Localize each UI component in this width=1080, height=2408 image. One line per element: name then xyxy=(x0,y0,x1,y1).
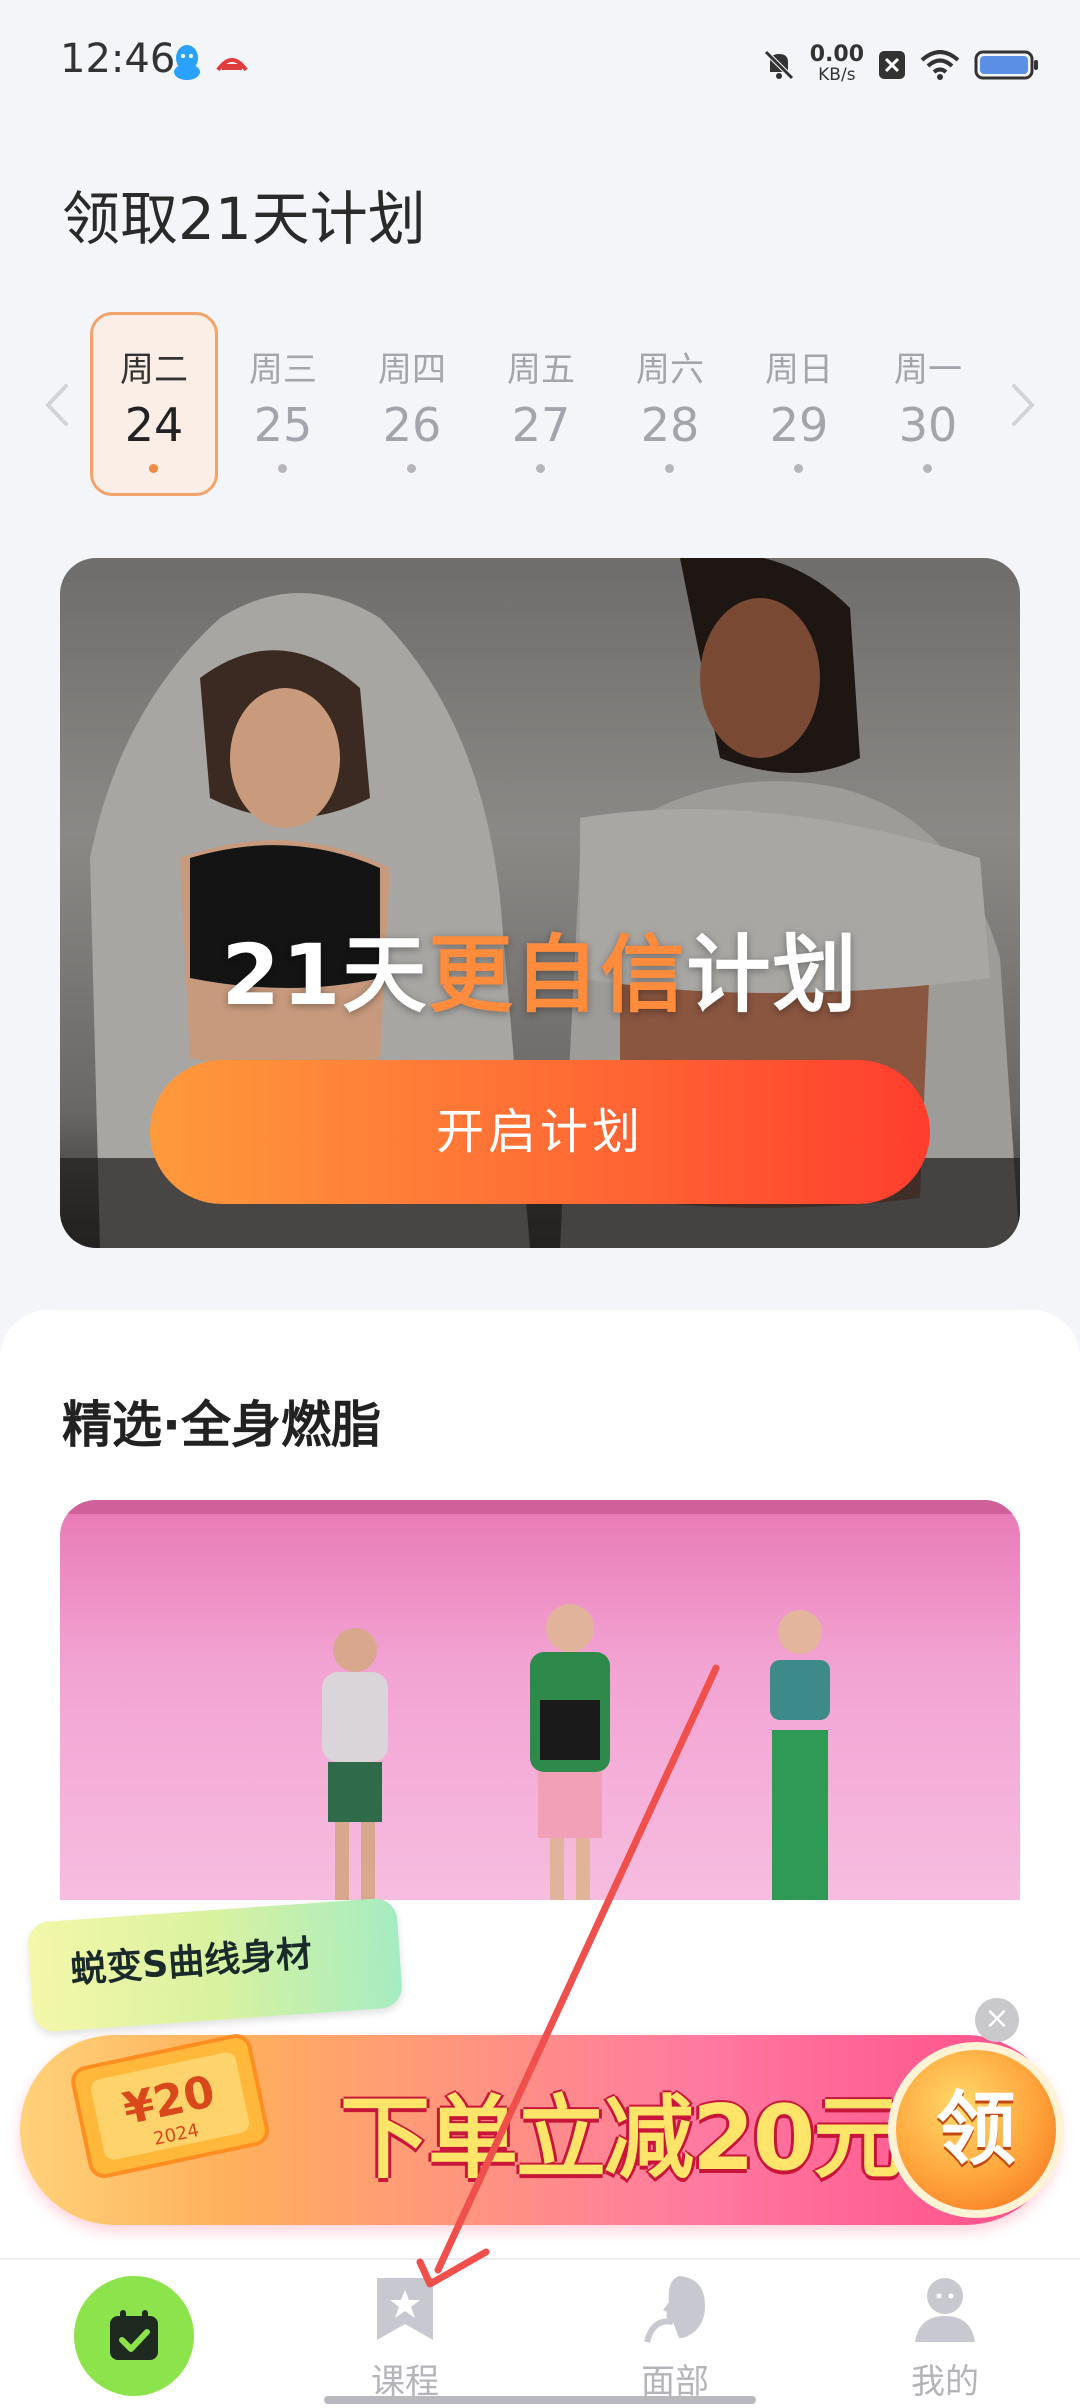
section-title: 精选·全身燃脂 xyxy=(62,1396,381,1454)
day-weekday: 周六 xyxy=(636,350,704,390)
day-dot xyxy=(407,464,416,473)
mute-icon xyxy=(763,50,794,80)
hero-title: 21天更自信计划 xyxy=(60,908,1020,1029)
day-weekday: 周四 xyxy=(378,350,446,390)
nav-profile-label: 我的 xyxy=(911,2362,979,2402)
promo-headline: 下单立减20元 xyxy=(340,2086,903,2191)
hero-title-suffix: 计划 xyxy=(686,926,859,1024)
day-date: 25 xyxy=(253,398,313,452)
status-time: 12:46 xyxy=(60,36,176,82)
day-weekday: 周三 xyxy=(249,350,317,390)
user-icon xyxy=(915,2278,975,2342)
day-date: 24 xyxy=(124,398,184,452)
hero-title-prefix: 21天 xyxy=(221,926,429,1024)
status-bar: 12:46 0.00 KB/s xyxy=(0,0,1080,130)
day-date: 30 xyxy=(898,398,958,452)
close-box-icon xyxy=(879,51,905,79)
wifi-icon xyxy=(920,50,960,80)
home-indicator[interactable] xyxy=(324,2396,756,2404)
nav-profile[interactable]: 我的 xyxy=(845,2258,1045,2408)
day-tue[interactable]: 周二 24 xyxy=(90,312,218,496)
day-date: 26 xyxy=(382,398,442,452)
plan-hero-card[interactable]: 21天更自信计划 开启计划 xyxy=(60,558,1020,1248)
day-dot xyxy=(536,464,545,473)
day-dot xyxy=(149,464,158,473)
status-icons: 0.00 KB/s xyxy=(762,40,1040,90)
day-weekday: 周一 xyxy=(894,350,962,390)
day-dot xyxy=(923,464,932,473)
day-dot xyxy=(278,464,287,473)
day-sat[interactable]: 周六 28 xyxy=(606,312,734,496)
course-card-fullbody-fatburn[interactable] xyxy=(60,1500,1020,1900)
nav-face[interactable]: 面部 xyxy=(575,2258,775,2408)
course-thumbnail xyxy=(60,1500,1020,1900)
day-date: 27 xyxy=(511,398,571,452)
day-fri[interactable]: 周五 27 xyxy=(477,312,605,496)
day-sun[interactable]: 周日 29 xyxy=(735,312,863,496)
start-plan-button[interactable]: 开启计划 xyxy=(150,1060,930,1204)
day-weekday: 周二 xyxy=(120,350,188,390)
day-dot xyxy=(794,464,803,473)
page-title: 领取21天计划 xyxy=(62,185,426,253)
nav-courses[interactable]: 课程 xyxy=(305,2258,505,2408)
day-weekday: 周日 xyxy=(765,350,833,390)
day-date: 29 xyxy=(769,398,829,452)
calendar-check-icon xyxy=(110,2310,158,2360)
qq-icon xyxy=(174,45,200,80)
chevron-left-icon[interactable] xyxy=(38,380,78,430)
net-speed: 0.00 KB/s xyxy=(809,42,864,86)
net-speed-value: 0.00 xyxy=(809,42,864,67)
day-mon[interactable]: 周一 30 xyxy=(864,312,992,496)
day-weekday: 周五 xyxy=(507,350,575,390)
hero-title-highlight: 更自信 xyxy=(428,926,687,1024)
face-profile-icon xyxy=(644,2276,705,2343)
close-promo-button[interactable]: × xyxy=(975,1998,1019,2042)
day-dot xyxy=(665,464,674,473)
battery-icon xyxy=(974,50,1038,80)
day-date: 28 xyxy=(640,398,700,452)
claim-coupon-button[interactable]: 领 xyxy=(888,2042,1064,2218)
bookmark-star-icon xyxy=(377,2278,433,2340)
app-badge-icon xyxy=(216,58,248,72)
chevron-right-icon[interactable] xyxy=(1002,380,1042,430)
day-wed[interactable]: 周三 25 xyxy=(219,312,347,496)
net-speed-unit: KB/s xyxy=(818,65,856,85)
day-thu[interactable]: 周四 26 xyxy=(348,312,476,496)
